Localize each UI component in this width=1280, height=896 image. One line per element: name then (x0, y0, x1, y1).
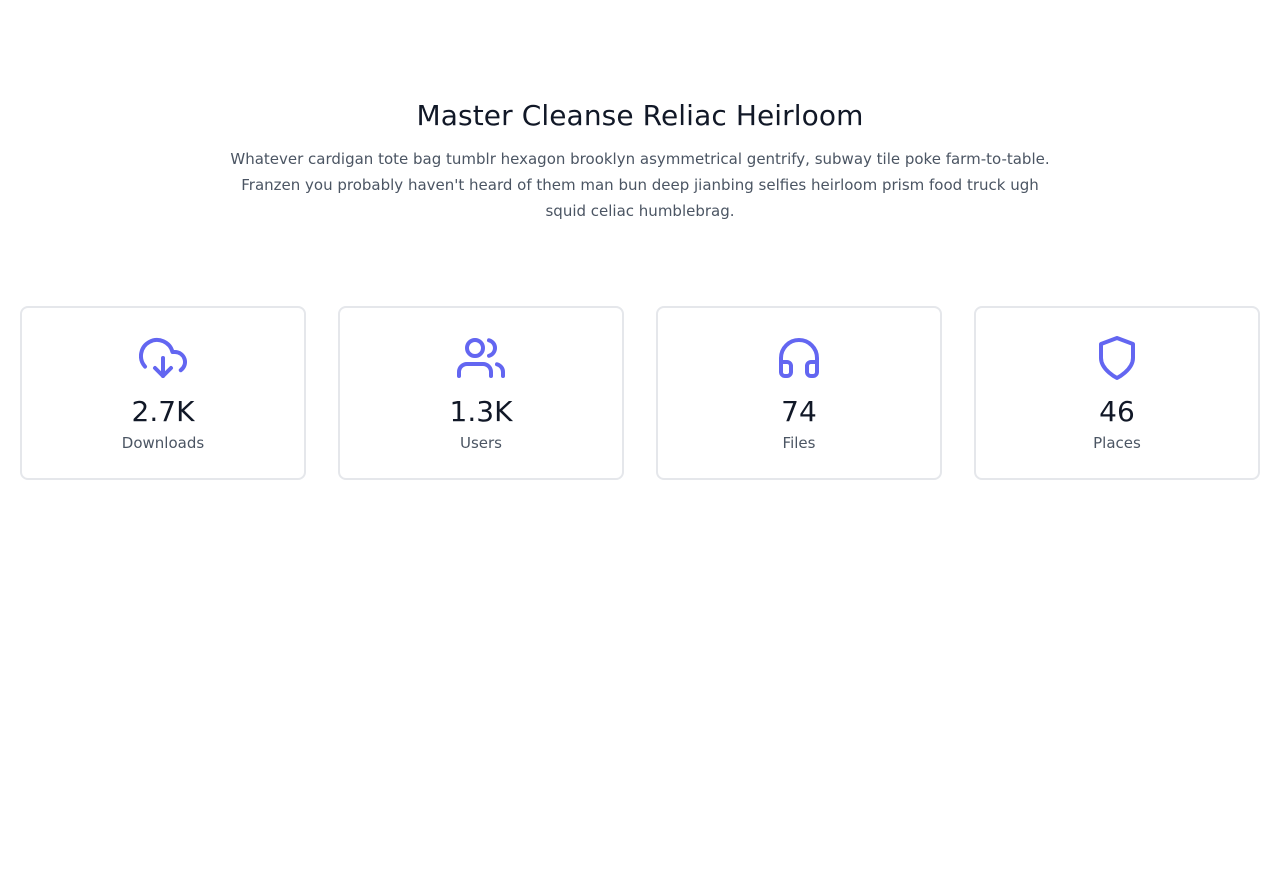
stat-card-places: 46 Places (974, 306, 1260, 480)
stat-card-users: 1.3K Users (338, 306, 624, 480)
stat-card-downloads: 2.7K Downloads (20, 306, 306, 480)
stat-label: Places (1093, 434, 1141, 452)
stat-value: 1.3K (449, 395, 513, 428)
section-title: Master Cleanse Reliac Heirloom (416, 99, 864, 132)
stat-value: 74 (781, 395, 817, 428)
stat-label: Files (782, 434, 816, 452)
stats-section: Master Cleanse Reliac Heirloom Whatever … (0, 0, 1280, 896)
stats-grid: 2.7K Downloads 1.3K Users 74 Files 46 Pl… (20, 306, 1260, 480)
cloud-download-icon (139, 334, 187, 382)
users-icon (457, 334, 505, 382)
stat-value: 2.7K (131, 395, 195, 428)
headphones-icon (775, 334, 823, 382)
stat-label: Downloads (121, 434, 205, 452)
shield-icon (1093, 334, 1141, 382)
stat-card-files: 74 Files (656, 306, 942, 480)
stat-label: Users (459, 434, 502, 452)
section-header: Master Cleanse Reliac Heirloom Whatever … (0, 96, 1280, 224)
section-description: Whatever cardigan tote bag tumblr hexago… (230, 150, 1050, 220)
stat-value: 46 (1099, 395, 1135, 428)
